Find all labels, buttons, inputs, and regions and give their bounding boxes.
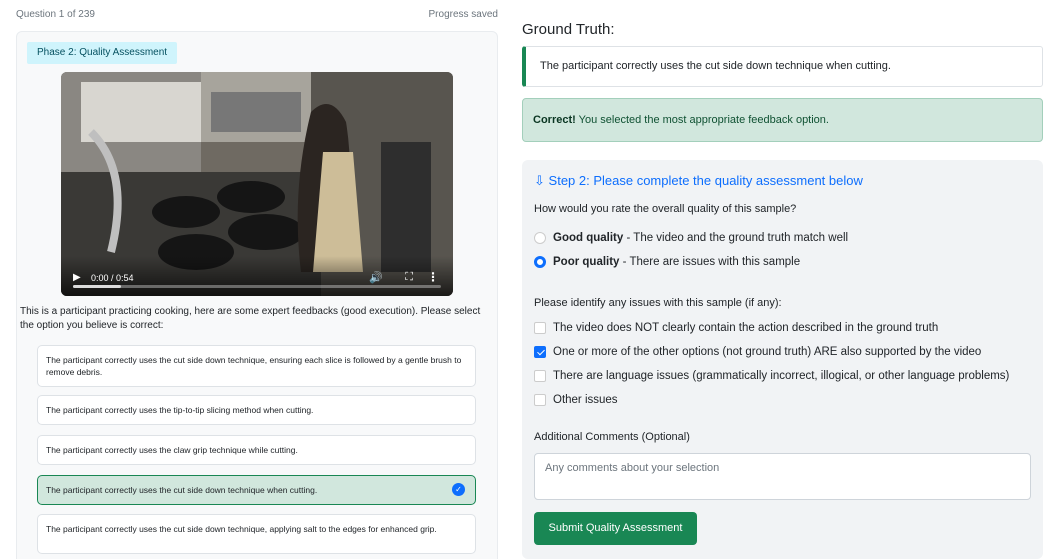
radio-good-quality-rest: - The video and the ground truth match w… [623, 232, 849, 244]
answer-option-text: The participant correctly uses the cut s… [46, 524, 437, 534]
step2-title: ⇩︎ Step 2: Please complete the quality a… [534, 173, 863, 189]
issue-checkbox-input[interactable] [534, 370, 546, 382]
top-status-bar: Question 1 of 239 Progress saved [16, 9, 498, 23]
answer-option[interactable]: The participant correctly uses the cut s… [37, 514, 476, 554]
quality-question: How would you rate the overall quality o… [534, 203, 797, 215]
answer-option-text: The participant correctly uses the cut s… [46, 485, 318, 495]
issue-checkbox-other[interactable]: Other issues [534, 394, 618, 406]
page: Question 1 of 239 Progress saved Phase 2… [0, 0, 1047, 559]
question-panel: Question 1 of 239 Progress saved Phase 2… [0, 0, 506, 559]
video-player[interactable]: ▶ 0:00 / 0:54 🔊 ⛶ ⋮ [61, 72, 453, 296]
issue-label: There are language issues (grammatically… [553, 370, 1010, 382]
result-strong: Correct! [533, 114, 576, 126]
more-options-icon[interactable]: ⋮ [427, 270, 439, 284]
issue-checkbox-action-missing[interactable]: The video does NOT clearly contain the a… [534, 322, 938, 334]
answer-option[interactable]: The participant correctly uses the cut s… [37, 345, 476, 387]
radio-good-quality-input[interactable] [534, 232, 546, 244]
radio-poor-quality[interactable]: Poor quality - There are issues with thi… [534, 256, 800, 268]
answer-option[interactable]: The participant correctly uses the claw … [37, 435, 476, 465]
video-time: 0:00 / 0:54 [91, 273, 134, 283]
submit-quality-button[interactable]: Submit Quality Assessment [534, 512, 697, 545]
step2-card: ⇩︎ Step 2: Please complete the quality a… [522, 160, 1043, 559]
radio-good-quality-bold: Good quality [553, 232, 624, 244]
result-message: You selected the most appropriate feedba… [575, 114, 829, 126]
comments-textarea[interactable]: Any comments about your selection [534, 453, 1031, 500]
radio-poor-quality-input[interactable] [534, 256, 546, 268]
save-status: Progress saved [428, 9, 498, 20]
answer-option[interactable]: The participant correctly uses the cut s… [37, 475, 476, 505]
radio-poor-quality-bold: Poor quality [553, 256, 620, 268]
answer-option-text: The participant correctly uses the cut s… [46, 355, 462, 377]
video-controls: ▶ 0:00 / 0:54 🔊 ⛶ ⋮ [61, 256, 453, 296]
radio-good-quality[interactable]: Good quality - The video and the ground … [534, 232, 848, 244]
ground-truth-text: The participant correctly uses the cut s… [540, 60, 891, 72]
answer-option[interactable]: The participant correctly uses the tip-t… [37, 395, 476, 425]
issue-label: Other issues [553, 394, 618, 406]
fullscreen-icon[interactable]: ⛶ [405, 271, 413, 284]
arrow-down-circle-icon: ⇩︎ [534, 173, 545, 188]
issues-question: Please identify any issues with this sam… [534, 297, 782, 309]
answer-option-text: The participant correctly uses the tip-t… [46, 405, 314, 415]
issue-label: The video does NOT clearly contain the a… [553, 322, 939, 334]
issue-label: One or more of the other options (not gr… [553, 346, 982, 358]
comments-label: Additional Comments (Optional) [534, 431, 690, 443]
issue-checkbox-input[interactable] [534, 322, 546, 334]
answer-option-text: The participant correctly uses the claw … [46, 445, 298, 455]
ground-truth-box: The participant correctly uses the cut s… [522, 46, 1043, 87]
video-progress-fill [73, 285, 121, 288]
question-counter: Question 1 of 239 [16, 9, 95, 20]
question-prompt: This is a participant practicing cooking… [20, 306, 481, 331]
video-progress-bar[interactable] [73, 285, 441, 288]
phase-badge: Phase 2: Quality Assessment [27, 42, 178, 64]
volume-icon[interactable]: 🔊 [369, 271, 383, 284]
step2-title-text: Step 2: Please complete the quality asse… [548, 173, 863, 188]
issue-checkbox-language[interactable]: There are language issues (grammatically… [534, 370, 1009, 382]
play-icon[interactable]: ▶ [73, 272, 81, 283]
issue-checkbox-input[interactable] [534, 346, 546, 358]
issue-checkbox-input[interactable] [534, 394, 546, 406]
radio-poor-quality-rest: - There are issues with this sample [619, 256, 801, 268]
issue-checkbox-other-options-supported[interactable]: One or more of the other options (not gr… [534, 346, 981, 358]
check-circle-icon: ✓ [452, 483, 465, 496]
ground-truth-title: Ground Truth: [522, 21, 615, 38]
result-alert: Correct! You selected the most appropria… [522, 98, 1043, 142]
assessment-panel: Ground Truth: The participant correctly … [506, 0, 1047, 559]
